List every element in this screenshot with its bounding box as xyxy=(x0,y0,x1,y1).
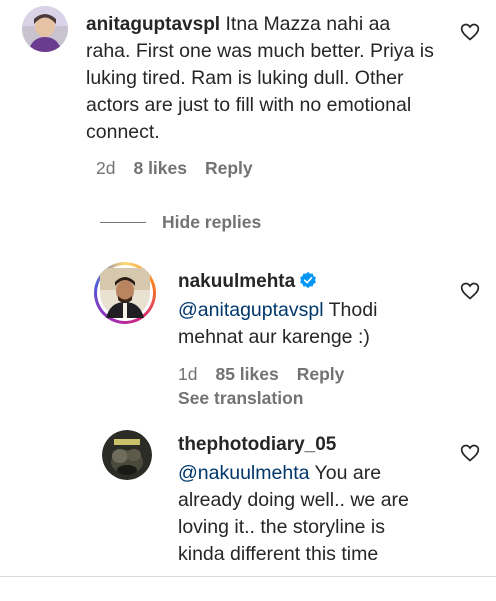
reply-text: You are xyxy=(309,462,382,484)
hide-replies-label[interactable]: Hide replies xyxy=(162,212,261,233)
comments-thread: anitaguptavspl Itna Mazza nahi aa raha. … xyxy=(0,0,496,601)
verified-badge-icon xyxy=(300,271,317,289)
reply-text: Thodi xyxy=(323,299,378,321)
reply-mention[interactable]: @nakuulmehta xyxy=(178,462,309,484)
reply-text: mehnat aur karenge :) xyxy=(178,326,370,348)
bottom-bar xyxy=(0,576,496,601)
heart-icon[interactable] xyxy=(460,281,480,301)
avatar-image xyxy=(102,430,152,480)
reply-text: kinda different this time xyxy=(178,543,379,565)
reply-username[interactable]: nakuulmehta xyxy=(178,271,295,292)
comment-time: 2d xyxy=(96,158,116,178)
reply-body: @nakuulmehta You are already doing well.… xyxy=(178,460,448,568)
avatar[interactable] xyxy=(22,6,68,52)
reply-mention[interactable]: @anitaguptavspl xyxy=(178,299,324,321)
comment-meta: 2d 8 likes Reply xyxy=(96,158,253,179)
comment-username[interactable]: anitaguptavspl xyxy=(86,14,220,35)
reply-likes[interactable]: 85 likes xyxy=(215,364,278,385)
avatar-image xyxy=(100,268,150,318)
reply-username[interactable]: thephotodiary_05 xyxy=(178,434,336,455)
comment-likes[interactable]: 8 likes xyxy=(133,158,187,179)
heart-icon[interactable] xyxy=(460,443,480,463)
reply-text: loving it.. the storyline is xyxy=(178,516,386,538)
hide-replies-toggle[interactable]: Hide replies xyxy=(100,212,261,233)
reply-body: @anitaguptavspl Thodi mehnat aur karenge… xyxy=(178,297,448,351)
reply-button[interactable]: Reply xyxy=(205,158,253,179)
heart-icon[interactable] xyxy=(460,22,480,42)
reply-header: nakuulmehta xyxy=(178,271,317,293)
avatar[interactable] xyxy=(102,430,152,480)
comment-body: anitaguptavspl Itna Mazza nahi aa raha. … xyxy=(86,11,436,146)
divider xyxy=(100,222,146,223)
reply-button[interactable]: Reply xyxy=(297,364,345,385)
avatar-image xyxy=(22,6,68,52)
reply-text: already doing well.. we are xyxy=(178,489,409,511)
reply-meta: 1d 85 likes Reply xyxy=(178,364,344,385)
avatar[interactable] xyxy=(94,262,156,324)
reply-time: 1d xyxy=(178,364,198,384)
reply-header: thephotodiary_05 xyxy=(178,434,336,456)
see-translation-link[interactable]: See translation xyxy=(178,388,303,409)
